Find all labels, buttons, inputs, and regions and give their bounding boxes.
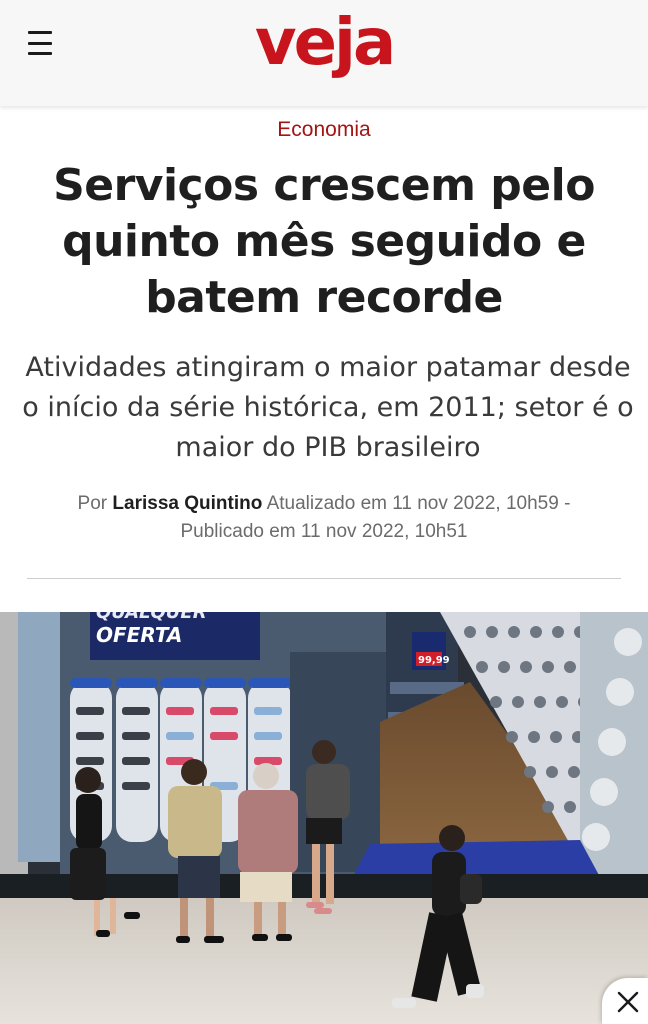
byline-published: Publicado em 11 nov 2022, 10h51 <box>180 521 468 542</box>
article-page: veja Economia Serviços crescem pelo quin… <box>0 0 648 1024</box>
close-icon[interactable] <box>616 990 640 1014</box>
article-byline: Por Larissa Quintino Atualizado em 11 no… <box>50 490 598 546</box>
veja-logo[interactable]: veja <box>0 0 648 88</box>
price-tag: 99,99 <box>418 655 450 666</box>
byline-updated: Atualizado em 11 nov 2022, 10h59 - <box>266 493 571 514</box>
article-headline: Serviços crescem pelo quinto mês seguido… <box>53 160 595 323</box>
byline-prefix: Por <box>77 493 108 514</box>
store-sign-line-2: OFERTA <box>96 623 182 647</box>
article-photo: QUALQUER OFERTA 99,99 <box>0 612 648 1024</box>
article-category[interactable]: Economia <box>0 118 648 142</box>
divider <box>27 578 621 579</box>
ad-close-button[interactable] <box>602 978 648 1024</box>
byline-author[interactable]: Larissa Quintino <box>112 493 262 514</box>
site-header: veja <box>0 0 648 106</box>
article-subheadline: Atividades atingiram o maior patamar des… <box>22 352 634 463</box>
store-sign-line-1: QUALQUER <box>96 612 207 623</box>
